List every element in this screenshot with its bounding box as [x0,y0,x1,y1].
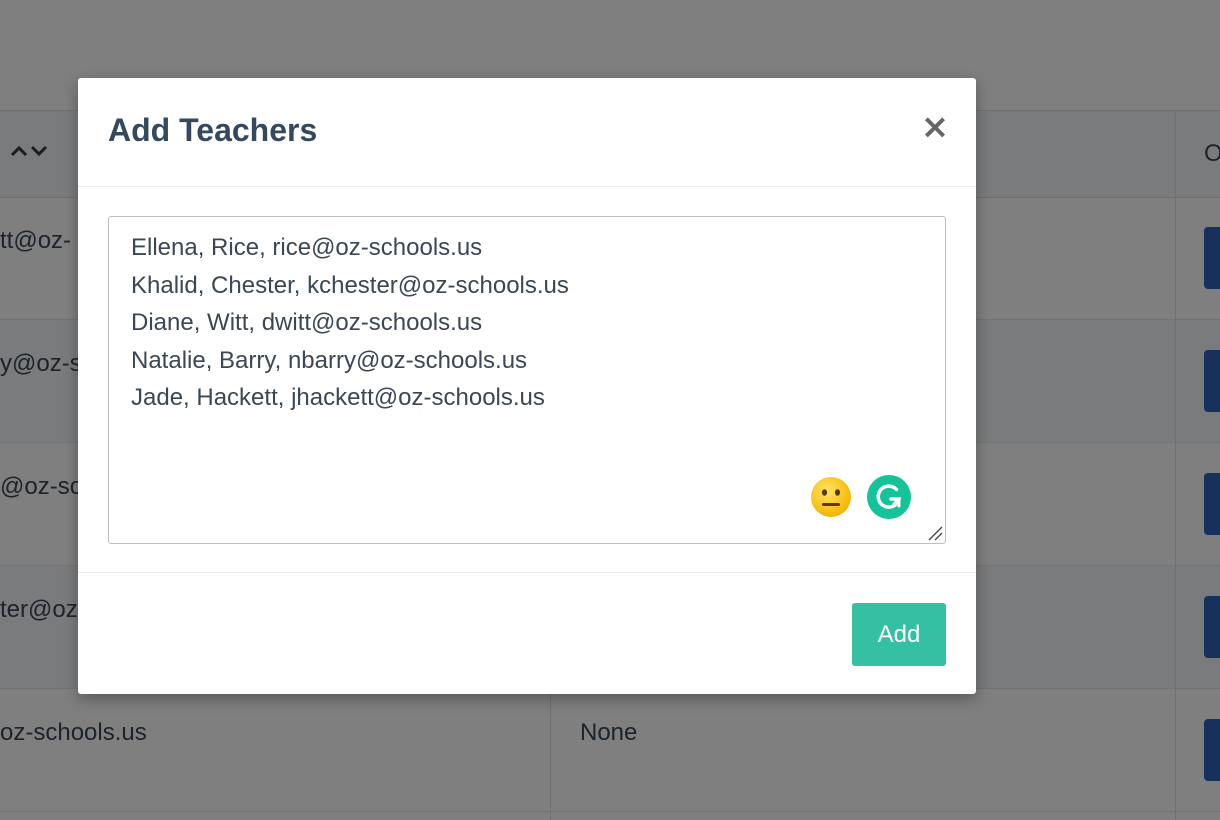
resize-handle-icon[interactable] [927,525,943,541]
close-icon[interactable]: × [920,110,950,144]
modal-footer: Add [78,573,976,694]
add-teachers-modal: Add Teachers × Ellena, Rice, rice@oz-sch… [78,78,976,694]
page: O tt@oz- y@oz-sc @oz-sch ter@oz- oz-scho… [0,0,1220,820]
modal-header: Add Teachers × [78,78,976,187]
modal-body [78,187,976,573]
grammarly-icon[interactable] [867,475,911,519]
add-button[interactable]: Add [852,603,946,666]
teachers-textarea-wrapper [108,216,946,544]
modal-title: Add Teachers [108,112,318,148]
neutral-face-icon[interactable] [810,476,852,518]
